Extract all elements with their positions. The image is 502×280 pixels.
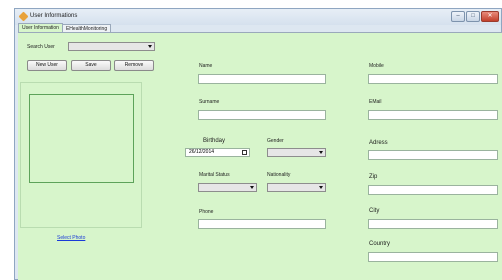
calendar-icon[interactable]	[242, 150, 247, 155]
name-field[interactable]	[198, 74, 326, 84]
phone-label: Phone	[199, 209, 214, 215]
search-user-label: Search User	[27, 44, 55, 50]
country-field[interactable]	[368, 252, 498, 262]
minimize-button[interactable]: ‒	[451, 11, 465, 22]
window-title: User Informations	[30, 13, 78, 19]
marital-status-combo[interactable]	[198, 183, 257, 192]
new-user-button[interactable]: New User	[27, 60, 67, 71]
zip-label: Zip	[369, 174, 378, 180]
zip-field[interactable]	[368, 185, 498, 195]
phone-field[interactable]	[198, 219, 326, 229]
search-user-combo[interactable]	[68, 42, 155, 51]
user-photo[interactable]	[29, 94, 134, 183]
window-controls: ‒ □ ✕	[451, 11, 499, 22]
remove-button[interactable]: Remove	[114, 60, 154, 71]
save-button[interactable]: Save	[71, 60, 111, 71]
app-icon	[18, 11, 29, 22]
name-label: Name	[199, 63, 213, 69]
birthday-value: 26/12/2014	[189, 149, 215, 155]
city-field[interactable]	[368, 219, 498, 229]
email-field[interactable]	[368, 110, 498, 120]
chevron-down-icon	[250, 186, 254, 189]
email-label: EMail	[369, 99, 382, 105]
chevron-down-icon	[148, 45, 152, 48]
chevron-down-icon	[319, 186, 323, 189]
nationality-label: Nationality	[267, 172, 291, 178]
mobile-field[interactable]	[368, 74, 498, 84]
close-button[interactable]: ✕	[481, 11, 499, 22]
address-label: Adress	[369, 140, 388, 146]
maximize-button[interactable]: □	[466, 11, 480, 22]
surname-label: Surname	[199, 99, 220, 105]
nationality-combo[interactable]	[267, 183, 326, 192]
surname-field[interactable]	[198, 110, 326, 120]
gender-combo[interactable]	[267, 148, 326, 157]
title-bar[interactable]: User Informations ‒ □ ✕	[15, 9, 501, 25]
mobile-label: Mobile	[369, 63, 384, 69]
birthday-label: Birthday	[203, 138, 226, 144]
chevron-down-icon	[319, 151, 323, 154]
address-field[interactable]	[368, 150, 498, 160]
select-photo-link[interactable]: Select Photo	[57, 235, 85, 241]
marital-status-label: Marital Status	[199, 172, 230, 178]
birthday-picker[interactable]: 26/12/2014	[185, 148, 250, 157]
city-label: City	[369, 208, 380, 214]
country-label: Country	[369, 241, 391, 247]
gender-label: Gender	[267, 138, 284, 144]
